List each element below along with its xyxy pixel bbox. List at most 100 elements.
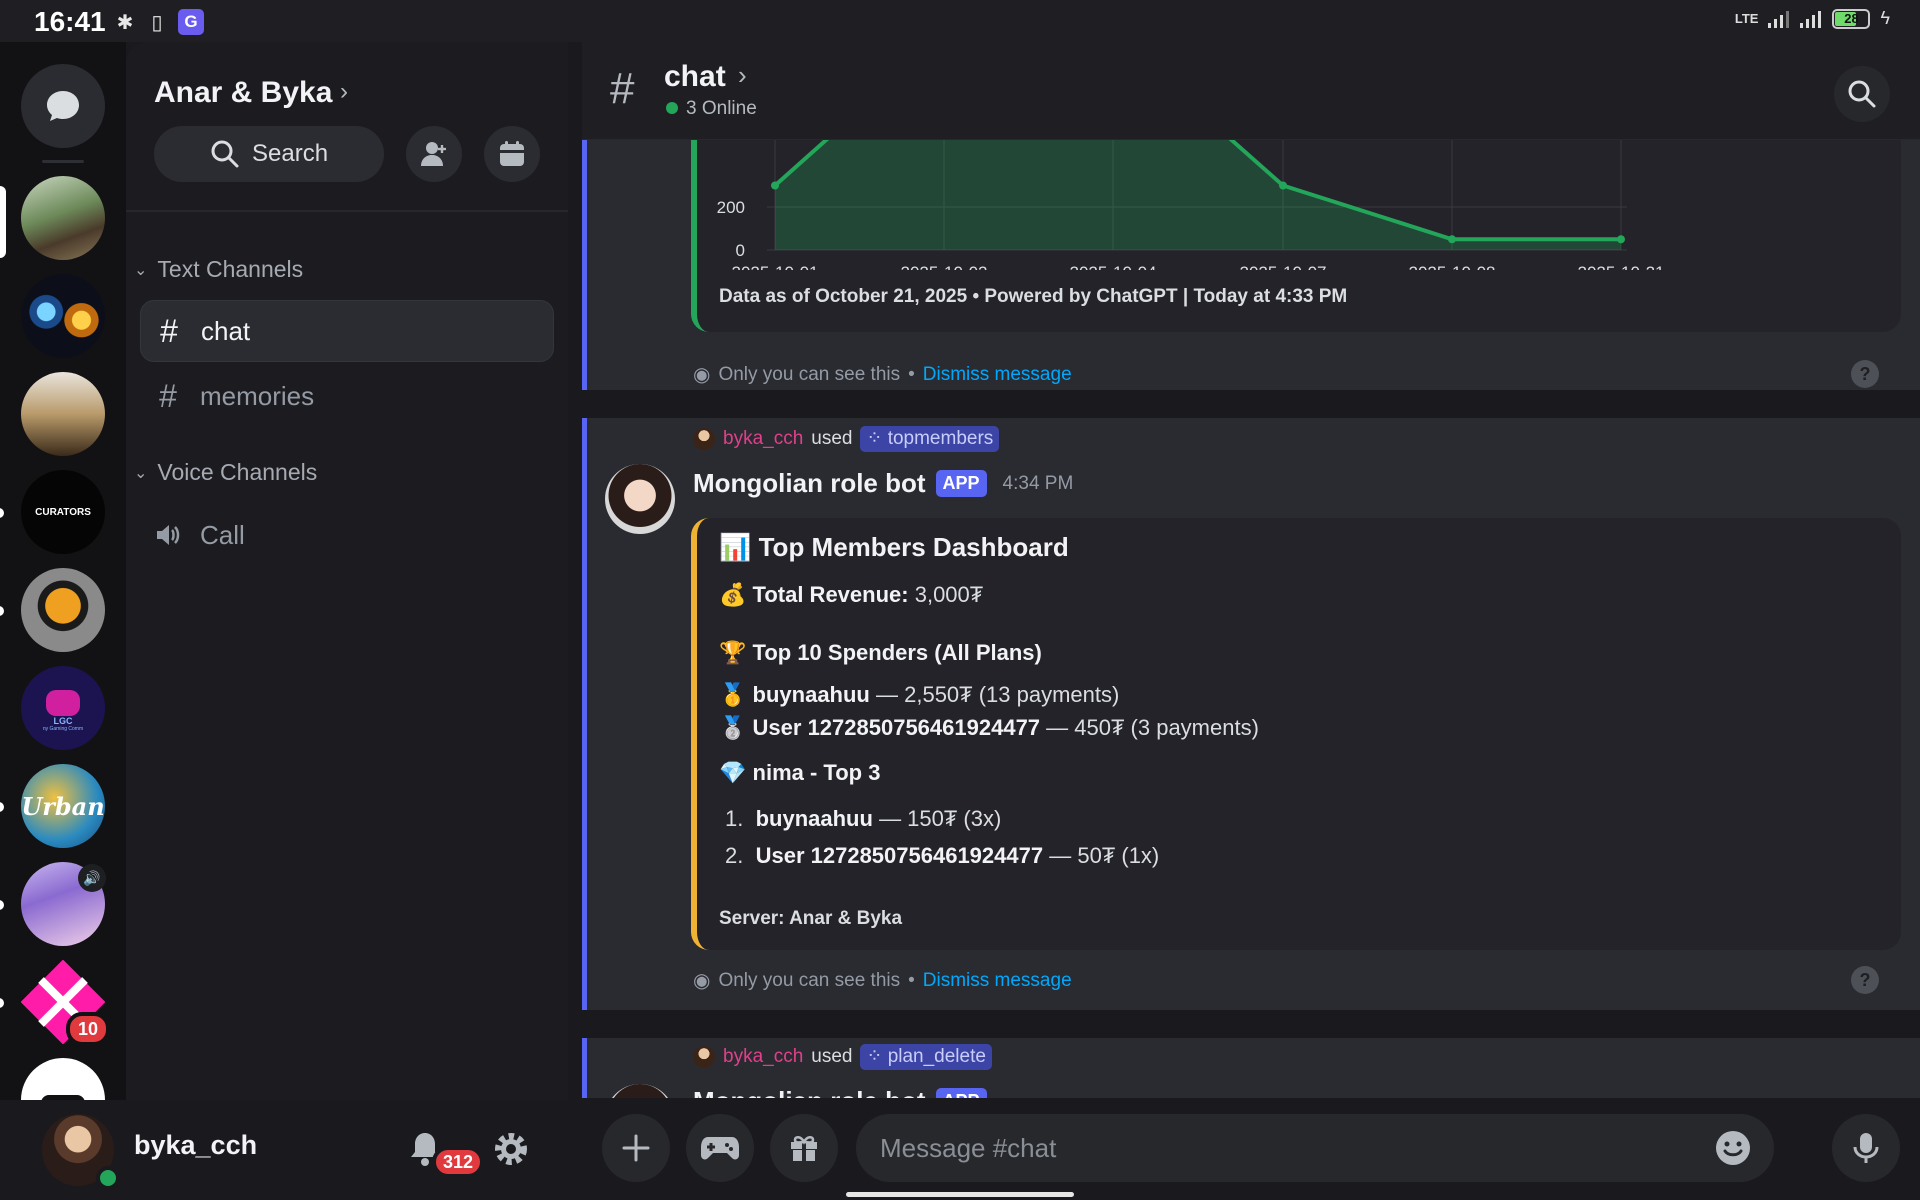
list-item: 1. buynaahuu — 150₮ (3x) — [725, 806, 1001, 832]
rail-separator — [42, 160, 84, 163]
bullet: • — [908, 969, 915, 991]
app-badge: APP — [935, 470, 987, 497]
unread-pill — [0, 508, 4, 518]
server-curators[interactable]: CURATORS — [21, 470, 105, 554]
only-you-text: Only you can see this — [718, 969, 901, 991]
bluetooth-icon: ✱ — [116, 11, 134, 34]
unread-pill — [0, 802, 4, 812]
add-member-icon — [421, 142, 446, 166]
server-knight[interactable] — [21, 568, 105, 652]
search-button[interactable]: Search — [154, 126, 384, 182]
spender-name: User 1272850756461924477 — [752, 715, 1041, 740]
app-badge: APP — [935, 1088, 987, 1098]
emoji-icon[interactable] — [1714, 1129, 1752, 1167]
help-icon[interactable]: ? — [1851, 360, 1879, 388]
username[interactable]: byka_cch — [134, 1130, 257, 1161]
hash-icon: # — [159, 377, 177, 414]
used-text: used — [811, 1046, 853, 1067]
invoker-name[interactable]: byka_cch — [723, 1046, 803, 1068]
ephemeral-notice: ◉ Only you can see this • Dismiss messag… — [693, 968, 1072, 993]
revenue-line: 💰 Total Revenue: 3,000₮ — [719, 582, 983, 608]
bot-name[interactable]: Mongolian role bot — [693, 1086, 926, 1098]
direct-messages-button[interactable] — [21, 64, 105, 148]
category-text-channels[interactable]: ⌄ Text Channels — [134, 256, 303, 283]
command-reply-line: byka_cch used ⁘ topmembers — [693, 426, 1000, 452]
server-partial[interactable] — [21, 1058, 105, 1100]
command-chip[interactable]: ⁘ topmembers — [860, 426, 1000, 452]
plan-member-name: buynaahuu — [755, 806, 873, 831]
server-rail: CURATORS LGC ny Gaming Comm Urban 🔊 10 — [0, 42, 126, 1100]
mention-badge: 10 — [66, 1012, 110, 1046]
divider — [126, 210, 568, 212]
bot-name[interactable]: Mongolian role bot — [693, 468, 926, 499]
channel-memories[interactable]: # memories — [140, 365, 554, 427]
chevron-right-icon[interactable]: › — [738, 60, 747, 91]
charging-icon: ϟ — [1880, 8, 1890, 28]
invoker-avatar — [693, 1046, 715, 1068]
server-name[interactable]: Anar & Byka — [154, 76, 332, 110]
rank: 2. — [725, 843, 744, 868]
unread-pill — [0, 900, 4, 910]
data-point — [771, 181, 779, 190]
x-tick-label: 2025-10-08 — [1409, 263, 1496, 270]
status-bar: 16:41 ✱ ▯ G LTE 28 ϟ — [0, 0, 1920, 42]
gamepad-icon — [701, 1137, 739, 1160]
plan-heading: 💎 nima - Top 3 — [719, 760, 880, 786]
spenders-heading: 🏆 Top 10 Spenders (All Plans) — [719, 640, 1042, 666]
chart: 0 200 2025-10-01 2025-10-02 2025-10-04 2025-1… — [717, 140, 1665, 270]
channel-chat[interactable]: # chat — [140, 300, 554, 362]
command-chip[interactable]: ⁘ plan_delete — [860, 1044, 992, 1070]
settings-button[interactable] — [490, 1128, 532, 1175]
category-voice-channels[interactable]: ⌄ Voice Channels — [134, 459, 317, 486]
help-icon[interactable]: ? — [1851, 966, 1879, 994]
bullet: • — [908, 363, 915, 385]
revenue-label: Total Revenue: — [752, 582, 909, 607]
channel-label: Call — [200, 519, 245, 550]
unread-pill — [0, 606, 4, 616]
eye-icon: ◉ — [693, 364, 711, 386]
voice-message-button[interactable] — [1832, 1114, 1900, 1182]
message-input[interactable]: Message #chat — [856, 1114, 1774, 1182]
server-house[interactable] — [21, 372, 105, 456]
chevron-down-icon: ⌄ — [134, 261, 148, 279]
activities-button[interactable] — [686, 1114, 754, 1182]
status-time: 16:41 — [34, 6, 106, 37]
server-orbs[interactable] — [21, 274, 105, 358]
embed-title: 📊 Top Members Dashboard — [719, 532, 1069, 563]
gem-icon: 💎 — [719, 760, 747, 785]
money-bag-icon: 💰 — [719, 582, 747, 607]
data-point — [1448, 235, 1456, 244]
calendar-icon — [500, 141, 524, 166]
channel-call[interactable]: Call — [140, 504, 554, 566]
notification-count-badge: 312 — [432, 1146, 484, 1178]
spender-detail: — 450₮ (3 payments) — [1046, 715, 1259, 740]
server-gazebo[interactable] — [21, 176, 105, 260]
embed-title-text: Top Members Dashboard — [758, 532, 1069, 562]
invoker-name[interactable]: byka_cch — [723, 428, 803, 450]
x-tick-label: 2025-10-21 — [1578, 263, 1665, 270]
server-lgc[interactable]: LGC ny Gaming Comm — [21, 666, 105, 750]
bot-avatar[interactable] — [605, 464, 675, 534]
bot-avatar[interactable] — [605, 1084, 675, 1098]
slash-command-icon: ⁘ — [866, 1046, 888, 1067]
used-text: used — [811, 428, 853, 449]
invite-members-button[interactable] — [406, 126, 462, 182]
voice-active-icon: 🔊 — [78, 864, 106, 892]
dismiss-link[interactable]: Dismiss message — [923, 364, 1072, 386]
events-button[interactable] — [484, 126, 540, 182]
add-attachment-button[interactable] — [602, 1114, 670, 1182]
chevron-right-icon[interactable]: › — [340, 78, 348, 106]
list-item: 🥈 User 1272850756461924477 — 450₮ (3 pay… — [719, 715, 1259, 741]
gold-medal-icon: 🥇 — [719, 682, 747, 707]
network-type: LTE — [1734, 11, 1759, 26]
dismiss-link[interactable]: Dismiss message — [923, 970, 1072, 992]
channel-panel: Anar & Byka › Search ⌄ Text Channels # c… — [126, 42, 568, 1100]
channel-title[interactable]: chat — [664, 60, 726, 94]
command-name: plan_delete — [887, 1046, 986, 1067]
message-header: Mongolian role bot APP 4:34 PM — [693, 468, 1073, 499]
battery-icon: 28 — [1832, 8, 1871, 29]
server-urban[interactable]: Urban — [21, 764, 105, 848]
channel-search-button[interactable] — [1834, 66, 1890, 122]
gift-button[interactable] — [770, 1114, 838, 1182]
plan-member-detail: — 50₮ (1x) — [1049, 843, 1160, 868]
